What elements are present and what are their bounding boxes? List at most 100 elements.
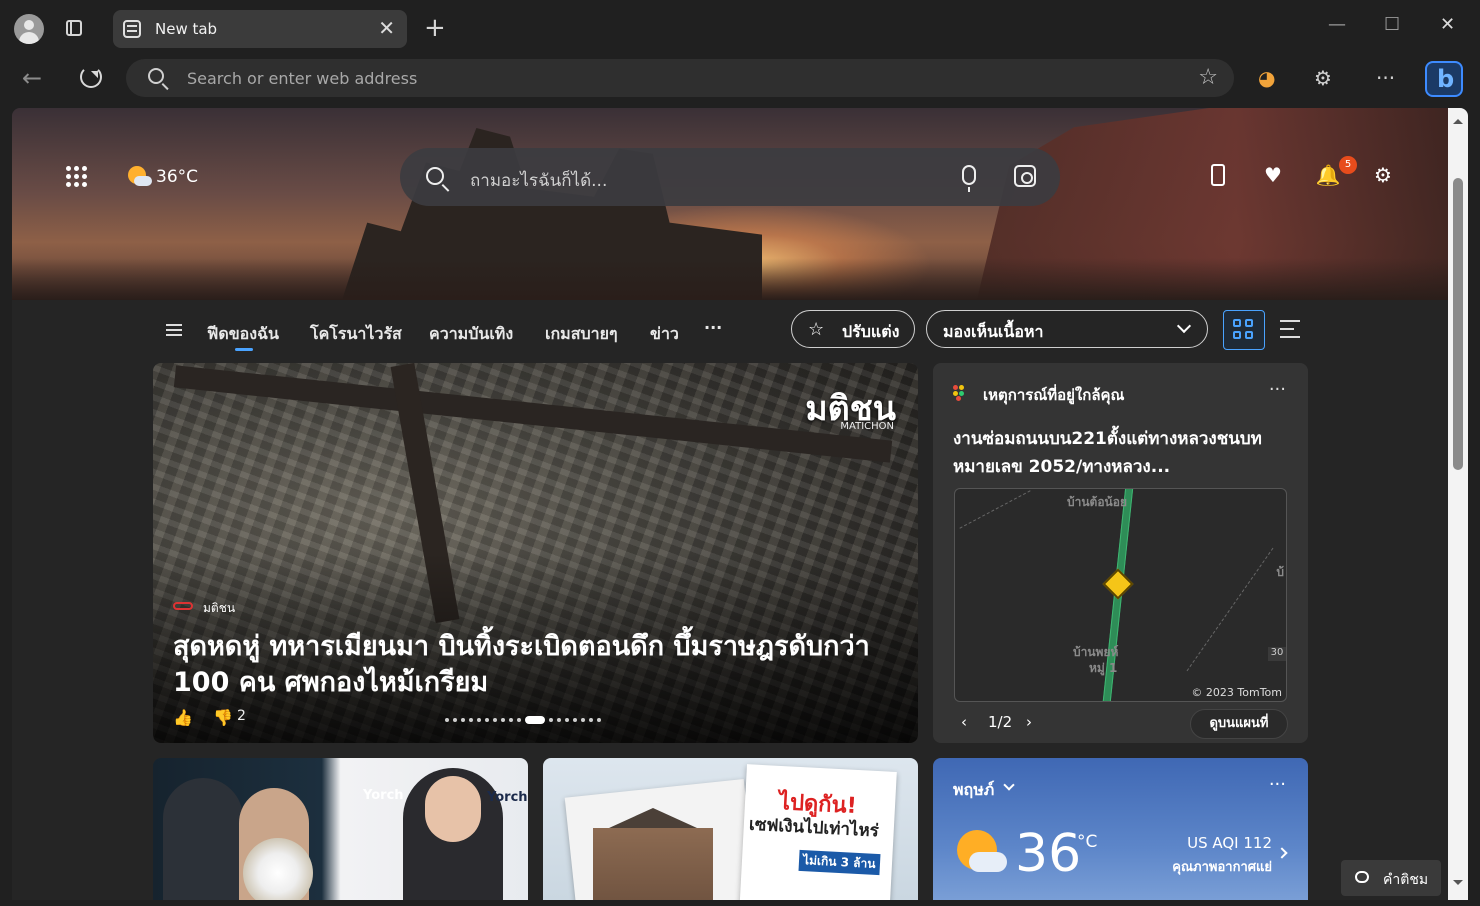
rewards-icon[interactable]: ♥ bbox=[1260, 162, 1286, 188]
tab-my-feed[interactable]: ฟีดของฉัน bbox=[207, 322, 279, 351]
air-quality-description: คุณภาพอากาศแย่ bbox=[1172, 860, 1272, 875]
pager-prev-icon[interactable]: ‹ bbox=[961, 713, 967, 731]
chevron-down-icon bbox=[1176, 318, 1192, 334]
customize-button[interactable]: ☆ ปรับแต่ง bbox=[791, 310, 915, 348]
traffic-card-title: เหตุการณ์ที่อยู่ใกล้คุณ bbox=[983, 386, 1125, 404]
road-work-icon[interactable] bbox=[1102, 568, 1134, 600]
traffic-incidents-card: เหตุการณ์ที่อยู่ใกล้คุณ ··· งานซ่อมถนนบน… bbox=[933, 363, 1308, 743]
more-categories-button[interactable]: ··· bbox=[704, 318, 722, 337]
maximize-button[interactable]: ☐ bbox=[1384, 14, 1400, 35]
page-scrollbar[interactable] bbox=[1448, 108, 1468, 900]
map-label-right: บ้ bbox=[1276, 565, 1284, 579]
close-window-button[interactable]: ✕ bbox=[1440, 14, 1455, 35]
carousel-dots[interactable] bbox=[445, 716, 601, 724]
tab-title: New tab bbox=[155, 20, 218, 38]
browser-window: New tab ✕ + — ☐ ✕ ← Search or enter web … bbox=[0, 0, 1480, 906]
new-tab-page: 36°C ถามอะไรฉันก็ได้... ♥ 🔔 5 ⚙ ฟีดของฉั… bbox=[12, 108, 1468, 900]
weather-more-options-icon[interactable]: ··· bbox=[1269, 774, 1286, 795]
content-visibility-label: มองเห็นเนื้อหา bbox=[943, 322, 1044, 341]
hamburger-menu-icon[interactable] bbox=[166, 324, 182, 336]
copilot-icon[interactable]: ◕ bbox=[1258, 66, 1275, 90]
bing-chat-button[interactable]: b bbox=[1425, 61, 1463, 97]
view-on-map-button[interactable]: ดูบนแผนที่ bbox=[1190, 709, 1288, 739]
minimize-button[interactable]: — bbox=[1328, 14, 1346, 35]
finance-news-card[interactable]: ไปดูกัน! เซฟเงินไปเท่าไหร่ ไม่เกิน 3 ล้า… bbox=[543, 758, 918, 900]
hero-headline[interactable]: สุดหดหู่ ทหารเมียนมา บินทิ้งระเบิดตอนดึก… bbox=[173, 629, 893, 701]
page-settings-gear-icon[interactable]: ⚙ bbox=[1370, 162, 1396, 188]
weather-card[interactable]: พฤษภ์ ··· 36 °C US AQI 112 คุณภาพอากาศแย… bbox=[933, 758, 1308, 900]
feedback-button[interactable]: คำติชม bbox=[1341, 860, 1441, 896]
address-input[interactable]: Search or enter web address bbox=[187, 69, 417, 88]
tab-coronavirus[interactable]: โคโรนาไวรัส bbox=[310, 322, 402, 347]
search-icon bbox=[148, 68, 164, 84]
web-search-box[interactable]: ถามอะไรฉันก็ได้... bbox=[400, 148, 1060, 206]
weather-unit: °C bbox=[1077, 832, 1098, 852]
category-nav: ฟีดของฉัน โคโรนาไวรัส ความบันเทิง เกมสบา… bbox=[162, 310, 1312, 354]
notification-badge: 5 bbox=[1339, 156, 1357, 174]
reload-icon[interactable] bbox=[80, 66, 102, 88]
map-label-moo: หมู่ 1 bbox=[1089, 661, 1118, 675]
phone-icon[interactable] bbox=[1211, 164, 1225, 186]
entertainment-news-card[interactable]: Yorch Yorch bbox=[153, 758, 528, 900]
new-tab-button[interactable]: + bbox=[424, 14, 446, 42]
apps-grid-icon[interactable] bbox=[66, 166, 88, 188]
map-label-village-top: บ้านต้อน้อย bbox=[1067, 495, 1127, 509]
like-icon[interactable]: 👍 bbox=[173, 708, 193, 727]
pager-next-icon[interactable]: › bbox=[1026, 713, 1032, 731]
back-button[interactable]: ← bbox=[22, 64, 42, 92]
newtab-favicon-icon bbox=[123, 20, 141, 38]
traffic-map[interactable]: บ้านต้อน้อย บ้านพยห์ หมู่ 1 บ้ 30 © 2023… bbox=[954, 488, 1287, 702]
brand-logo-1: Yorch bbox=[363, 788, 404, 803]
brand-logo-2: Yorch bbox=[487, 790, 528, 805]
web-search-input[interactable]: ถามอะไรฉันก็ได้... bbox=[470, 167, 607, 194]
partly-sunny-icon bbox=[126, 164, 152, 190]
source-name: มติชน bbox=[203, 601, 236, 615]
hero-news-card[interactable]: มติชน MATICHON มติชน สุดหดหู่ ทหารเมียนม… bbox=[153, 363, 918, 743]
chevron-right-icon[interactable] bbox=[1276, 847, 1288, 859]
settings-menu-icon[interactable]: ··· bbox=[1376, 66, 1395, 90]
tab-entertainment[interactable]: ความบันเทิง bbox=[429, 322, 513, 347]
list-layout-button[interactable] bbox=[1280, 320, 1300, 338]
weather-location[interactable]: พฤษภ์ bbox=[953, 778, 994, 803]
microphone-icon[interactable] bbox=[962, 165, 976, 192]
tab-strip: New tab ✕ + — ☐ ✕ bbox=[0, 0, 1480, 56]
map-copyright: © 2023 TomTom bbox=[1191, 686, 1282, 699]
scroll-down-icon[interactable] bbox=[1453, 880, 1463, 890]
matichon-logo-sub: MATICHON bbox=[840, 421, 894, 432]
dislike-count: 2 bbox=[237, 708, 246, 724]
grid-layout-button[interactable] bbox=[1223, 310, 1265, 350]
profile-avatar[interactable] bbox=[14, 14, 44, 44]
finance-tag: ไม่เกิน 3 ล้าน bbox=[798, 849, 881, 876]
traffic-incident-description[interactable]: งานซ่อมถนนบน221ตั้งแต่ทางหลวงชนบทหมายเลข… bbox=[953, 425, 1283, 481]
visual-search-icon[interactable] bbox=[1014, 165, 1036, 187]
map-road-number: 30 bbox=[1268, 647, 1286, 661]
location-chevron-down-icon[interactable] bbox=[1003, 779, 1015, 791]
tab-news[interactable]: ข่าว bbox=[650, 322, 679, 347]
extensions-icon[interactable]: ⚙ bbox=[1314, 66, 1332, 90]
tab-actions-icon[interactable] bbox=[62, 17, 86, 39]
feedback-label: คำติชม bbox=[1383, 872, 1429, 888]
traffic-light-icon bbox=[953, 385, 969, 401]
scroll-up-icon[interactable] bbox=[1453, 114, 1463, 124]
source-logo-icon bbox=[173, 602, 193, 610]
profile-body bbox=[19, 32, 39, 44]
tab-new-tab[interactable]: New tab ✕ bbox=[113, 10, 407, 48]
address-bar[interactable]: Search or enter web address ☆ bbox=[126, 59, 1234, 97]
scrollbar-thumb[interactable] bbox=[1453, 178, 1463, 470]
dislike-icon[interactable]: 👎 bbox=[213, 708, 233, 727]
tab-close-icon[interactable]: ✕ bbox=[378, 17, 395, 39]
address-toolbar: ← Search or enter web address ☆ ◕ ⚙ ··· … bbox=[0, 56, 1480, 102]
search-icon bbox=[426, 167, 444, 185]
weather-chip[interactable]: 36°C bbox=[126, 164, 198, 190]
pager-count: 1/2 bbox=[988, 713, 1013, 731]
bing-icon: b bbox=[1437, 65, 1455, 93]
content-visibility-dropdown[interactable]: มองเห็นเนื้อหา bbox=[926, 310, 1208, 348]
add-favorite-icon[interactable]: ☆ bbox=[1198, 65, 1218, 90]
background-image: 36°C ถามอะไรฉันก็ได้... ♥ 🔔 5 ⚙ bbox=[12, 108, 1448, 300]
profile-icon bbox=[24, 20, 34, 30]
traffic-more-options-icon[interactable]: ··· bbox=[1269, 379, 1286, 400]
air-quality-index: US AQI 112 bbox=[1187, 834, 1272, 852]
feedback-icon bbox=[1355, 871, 1369, 883]
tab-casual-games[interactable]: เกมสบายๆ bbox=[545, 322, 618, 347]
notifications-bell-icon[interactable]: 🔔 bbox=[1315, 162, 1341, 188]
